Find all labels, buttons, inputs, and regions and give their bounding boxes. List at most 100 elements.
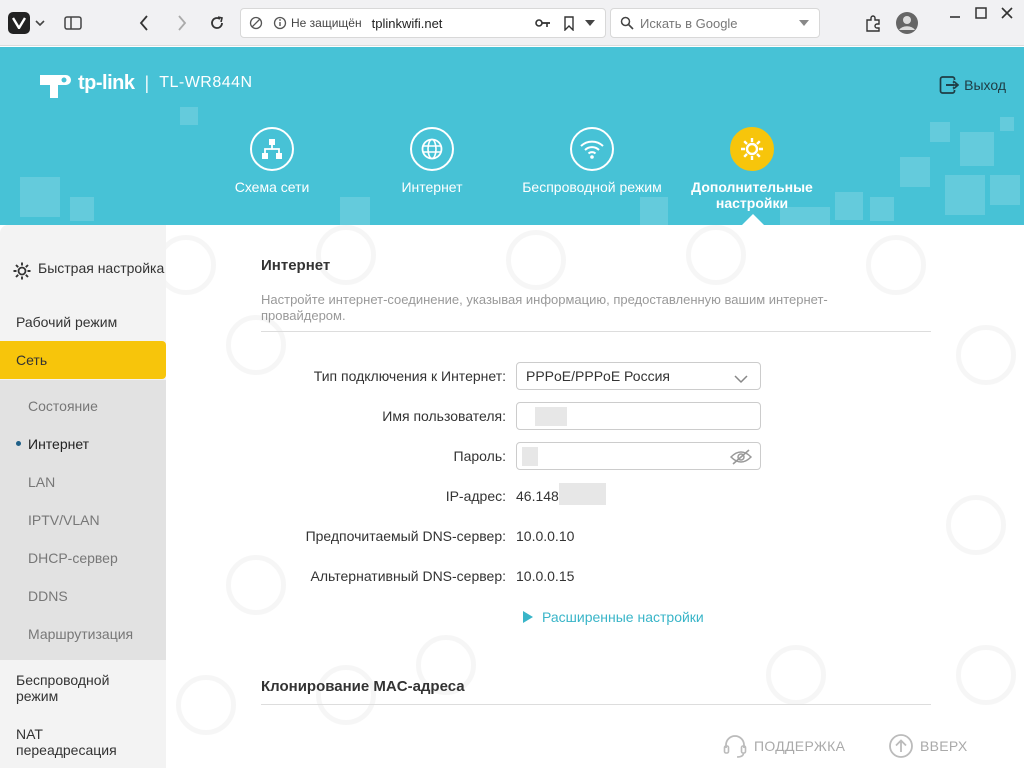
nav-wireless[interactable]: Беспроводной режим [522, 127, 662, 195]
key-icon[interactable] [535, 17, 551, 29]
submenu-item-status[interactable]: Состояние [28, 398, 98, 414]
submenu-item-internet[interactable]: Интернет [28, 436, 89, 452]
play-triangle-icon [523, 611, 533, 623]
submenu-item-iptv-vlan[interactable]: IPTV/VLAN [28, 512, 100, 528]
router-header: tp-link | TL-WR844N Выход Схема сети Инт… [0, 47, 1024, 225]
brand-separator: | [144, 72, 150, 93]
extensions-icon[interactable] [862, 8, 884, 38]
url-text[interactable]: tplinkwifi.net [372, 16, 443, 31]
divider [261, 331, 931, 332]
password-label: Пароль: [453, 448, 506, 464]
divider [261, 704, 931, 705]
globe-icon [410, 127, 454, 171]
sidebar-item-wireless[interactable]: Беспроводной режим [16, 672, 136, 704]
browser-toolbar: Не защищён tplinkwifi.net Искать в Googl… [0, 0, 1024, 46]
nav-network-map[interactable]: Схема сети [202, 127, 342, 195]
headset-icon [722, 733, 748, 759]
search-icon [620, 16, 634, 30]
nav-internet[interactable]: Интернет [362, 127, 502, 195]
tp-link-logo-icon [36, 65, 72, 101]
sidebar-item-label: Рабочий режим [16, 314, 118, 330]
logout-icon [939, 75, 960, 95]
nav-label: Беспроводной режим [522, 179, 662, 195]
search-box[interactable]: Искать в Google [610, 8, 820, 38]
sidebar-item-mode[interactable]: Рабочий режим [16, 314, 117, 330]
search-placeholder: Искать в Google [640, 15, 738, 31]
tp-link-brand: tp-link | TL-WR844N [36, 65, 253, 101]
sidebar-item-nat[interactable]: NAT переадресация [16, 726, 136, 758]
dropdown-arrow-icon[interactable] [585, 20, 595, 26]
bookmark-icon[interactable] [563, 16, 575, 31]
sidebar-item-label: Сеть [16, 352, 48, 368]
panel-toggle-icon[interactable] [62, 8, 84, 38]
dns1-label: Предпочитаемый DNS-сервер: [305, 528, 506, 544]
masked-value [522, 447, 538, 466]
nav-label: Дополнительные настройки [691, 179, 813, 211]
sidebar-item-quick-setup[interactable]: Быстрая настройка [12, 260, 164, 281]
sidebar: Быстрая настройка Рабочий режим Сеть Сос… [0, 225, 166, 768]
wifi-icon [570, 127, 614, 171]
username-input[interactable] [516, 402, 761, 430]
masked-value [535, 407, 567, 426]
dns2-value: 10.0.0.15 [516, 568, 575, 584]
ip-value: 46.148 [516, 488, 559, 504]
conn-type-value: PPPoE/PPPoE Россия [526, 368, 670, 384]
logout-button[interactable]: Выход [939, 75, 1006, 95]
forward-arrow-icon[interactable] [172, 8, 192, 38]
address-bar[interactable]: Не защищён tplinkwifi.net [240, 8, 606, 38]
back-to-top-button[interactable]: ВВЕРХ [888, 733, 968, 759]
minimize-icon[interactable] [944, 3, 966, 23]
main-content: Интернет Настройте интернет-соединение, … [166, 225, 1024, 768]
maximize-icon[interactable] [970, 3, 992, 23]
advanced-settings-link[interactable]: Расширенные настройки [523, 609, 704, 625]
brand-name: tp-link [78, 71, 135, 94]
reload-icon[interactable] [206, 8, 228, 38]
network-submenu: Состояние Интернет LAN IPTV/VLAN DHCP-се… [0, 380, 166, 660]
back-arrow-icon[interactable] [134, 8, 154, 38]
nav-label: Интернет [401, 179, 463, 195]
submenu-item-routing[interactable]: Маршрутизация [28, 626, 133, 642]
submenu-item-dhcp-server[interactable]: DHCP-сервер [28, 550, 118, 566]
sidebar-item-network[interactable]: Сеть [0, 341, 166, 379]
section-title-internet: Интернет [261, 257, 331, 274]
ip-label: IP-адрес: [445, 488, 506, 504]
dns2-label: Альтернативный DNS-сервер: [310, 568, 506, 584]
gear-icon [730, 127, 774, 171]
not-secure-icon [249, 16, 263, 30]
eye-hidden-icon[interactable] [730, 449, 752, 465]
close-icon[interactable] [996, 3, 1018, 23]
gear-icon [12, 261, 32, 281]
browser-menu-icon[interactable] [8, 12, 30, 34]
nav-label: Схема сети [234, 179, 310, 195]
sidebar-item-label: NAT переадресация [16, 726, 117, 758]
profile-avatar-icon[interactable] [894, 8, 920, 38]
router-model: TL-WR844N [159, 74, 253, 91]
support-button[interactable]: ПОДДЕРЖКА [722, 733, 845, 759]
active-tab-caret [742, 214, 764, 225]
nav-advanced[interactable]: Дополнительные настройки [682, 127, 822, 211]
section-description: Настройте интернет-соединение, указывая … [261, 292, 828, 323]
sidebar-item-label: Беспроводной режим [16, 672, 110, 704]
current-bullet [16, 441, 21, 446]
dns1-value: 10.0.0.10 [516, 528, 575, 544]
chevron-down-icon[interactable] [32, 8, 48, 38]
sidebar-item-label: Быстрая настройка [38, 260, 165, 276]
logout-label: Выход [964, 77, 1006, 93]
section-title-mac-clone: Клонирование MAC-адреса [261, 678, 465, 695]
network-map-icon [250, 127, 294, 171]
conn-type-select[interactable]: PPPoE/PPPoE Россия [516, 362, 761, 390]
info-icon [273, 16, 287, 30]
security-label: Не защищён [291, 16, 362, 30]
advanced-settings-label: Расширенные настройки [542, 609, 704, 625]
submenu-item-ddns[interactable]: DDNS [28, 588, 68, 604]
submenu-item-lan[interactable]: LAN [28, 474, 55, 490]
support-label: ПОДДЕРЖКА [754, 738, 846, 754]
username-label: Имя пользователя: [382, 408, 506, 424]
arrow-up-circle-icon [888, 733, 914, 759]
conn-type-label: Тип подключения к Интернет: [313, 368, 506, 384]
top-label: ВВЕРХ [920, 738, 968, 754]
password-input[interactable] [516, 442, 761, 470]
masked-ip [559, 483, 606, 505]
chevron-down-icon [734, 371, 748, 387]
search-engine-dropdown-icon[interactable] [799, 20, 809, 26]
